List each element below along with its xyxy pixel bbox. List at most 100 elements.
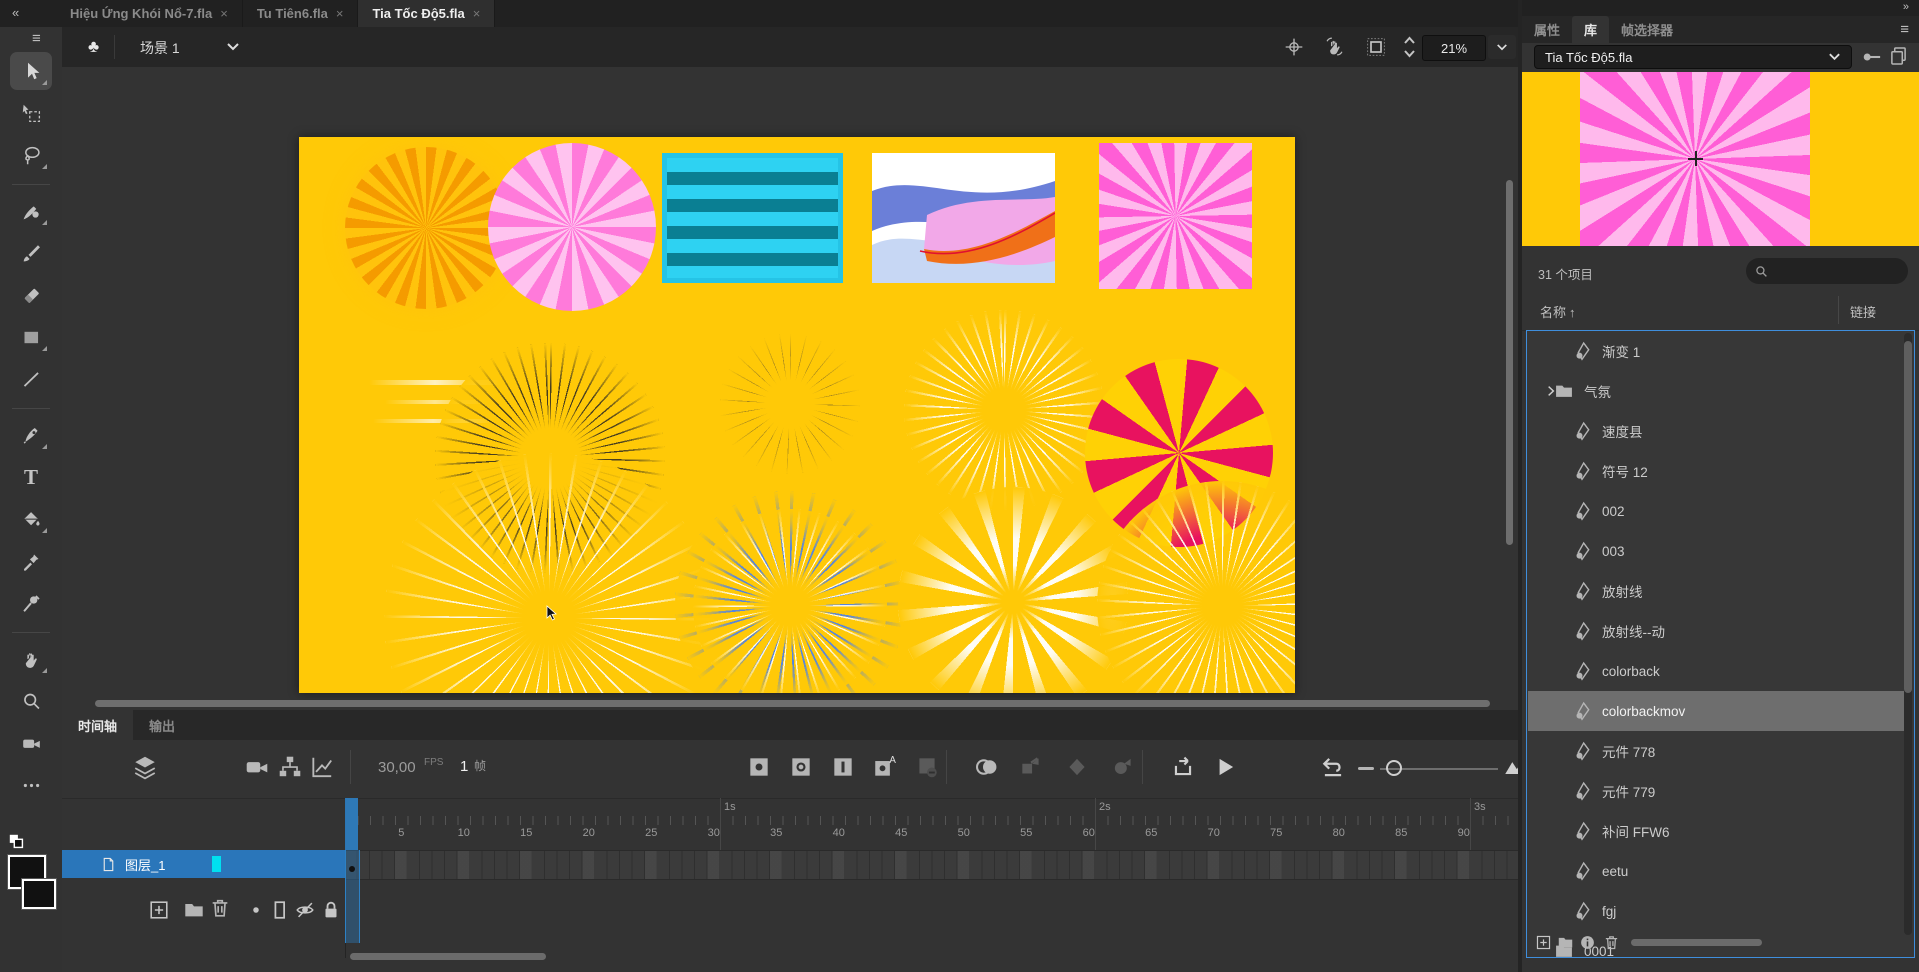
keyframe-dot[interactable] [349,866,355,872]
current-frame-value[interactable]: 1 [460,758,468,775]
artwork-pink-pinwheel[interactable] [488,143,656,311]
text-tool[interactable]: T [10,458,52,496]
stage-pasteboard[interactable] [62,67,1518,710]
hand-tool[interactable] [10,640,52,678]
artwork-teal-stripes-rect[interactable] [662,153,843,283]
library-item[interactable]: 002 [1528,491,1904,531]
classic-tween-icon[interactable] [1110,754,1136,780]
stage-horizontal-scrollbar[interactable] [95,700,1490,707]
line-tool[interactable] [10,360,52,398]
panel-tab-帧选择器[interactable]: 帧选择器 [1609,16,1685,43]
library-item[interactable]: colorback [1528,651,1904,691]
library-item[interactable]: 元件 779 [1528,771,1904,811]
collapse-tabs-icon[interactable]: « [12,6,19,19]
library-item[interactable]: 放射线--动 [1528,611,1904,651]
selection-tool[interactable] [10,52,52,90]
close-tab-icon[interactable]: × [336,6,344,21]
timeline-zoom-out-icon[interactable] [1358,767,1374,770]
layers-view-icon[interactable] [132,754,158,780]
outline-view-icon[interactable] [269,899,291,921]
library-horizontal-scrollbar[interactable] [1631,939,1762,946]
insert-keyframe-icon[interactable] [746,754,772,780]
library-item[interactable]: fgj [1528,891,1904,931]
default-swap-colors[interactable] [8,833,54,853]
insert-frame-icon[interactable] [830,754,856,780]
library-search-input[interactable] [1746,258,1908,284]
expand-folder-icon[interactable] [1544,384,1558,398]
library-item-preview[interactable] [1522,72,1919,246]
artwork-orange-sunburst[interactable] [345,147,507,309]
highlight-layers-dot-icon[interactable] [245,899,267,921]
timeline-ruler[interactable]: 510152025303540455055606570758085901s2s3… [62,798,1518,850]
artwork-blue-burst-white-layer[interactable] [693,509,887,693]
library-item[interactable]: 元件 778 [1528,731,1904,771]
library-item[interactable]: 补间 FFW6 [1528,811,1904,851]
library-item-selected[interactable]: colorbackmov [1528,691,1904,731]
zoom-tool[interactable] [10,682,52,720]
hide-layers-icon[interactable] [294,899,316,921]
lasso-tool[interactable] [10,136,52,174]
zoom-level-value[interactable]: 21% [1422,35,1486,61]
eyedropper-tool[interactable] [10,542,52,580]
fill-color-swatch[interactable] [22,879,56,909]
artwork-wave-card[interactable] [872,153,1055,283]
panel-menu-icon[interactable]: ≡ [1900,22,1909,37]
auto-keyframe-icon[interactable]: A [872,754,898,780]
artwork-pink-sunburst-rect[interactable] [1099,143,1252,289]
artwork-sparse-dark-lines[interactable] [720,334,860,474]
library-item[interactable]: 渐变 1 [1528,331,1904,371]
fluid-brush-tool[interactable] [10,192,52,230]
insert-blank-keyframe-icon[interactable] [788,754,814,780]
delete-layer-icon[interactable] [209,897,231,919]
center-stage-icon[interactable] [1284,37,1304,57]
eraser-tool[interactable] [10,276,52,314]
toolbar-menu-icon[interactable]: ≡ [32,31,41,46]
artwork-white-thick-sunburst[interactable] [898,487,1128,693]
close-tab-icon[interactable]: × [220,6,228,21]
artwork-white-speedline-cluster[interactable] [384,453,714,693]
library-column-headers[interactable]: 名称↑ 链接 [1522,290,1919,331]
timeline-horizontal-scrollbar[interactable] [350,953,546,960]
library-item[interactable]: eetu [1528,851,1904,891]
panel-tab-库[interactable]: 库 [1572,16,1609,43]
lock-layers-icon[interactable] [320,899,342,921]
close-tab-icon[interactable]: × [473,6,481,21]
play-button[interactable] [1212,754,1238,780]
zoom-dropdown-button[interactable] [1488,35,1516,59]
library-item[interactable]: 气氛 [1528,371,1904,411]
stage-vertical-scrollbar[interactable] [1506,180,1513,545]
classic-brush-tool[interactable] [10,234,52,272]
library-document-dropdown[interactable]: Tia Tốc Độ5.fla [1534,45,1852,69]
pin-tool[interactable] [10,584,52,622]
layer-row[interactable]: 图层_1 [62,850,345,878]
collapse-panel-icon[interactable]: » [1903,2,1909,13]
library-item[interactable]: 放射线 [1528,571,1904,611]
new-folder-button[interactable] [1557,934,1574,951]
panel-tab-属性[interactable]: 属性 [1522,16,1572,43]
fps-value[interactable]: 30,00 [378,759,416,776]
clip-content-outside-stage-icon[interactable] [1366,37,1386,57]
new-folder-icon[interactable] [183,899,205,921]
graph-editor-icon[interactable] [309,754,335,780]
delete-item-button[interactable] [1603,934,1620,951]
library-vertical-scrollbar[interactable] [1904,333,1912,935]
reset-timeline-zoom-icon[interactable] [1320,754,1346,780]
artwork-white-burst[interactable] [904,310,1104,510]
timeline-tab-时间轴[interactable]: 时间轴 [62,710,133,740]
new-layer-icon[interactable] [148,899,170,921]
scene-chevron-down-icon[interactable] [226,41,240,53]
camera-tool[interactable] [10,724,52,762]
default-colors-icon[interactable] [8,833,26,851]
remove-frame-icon[interactable] [914,754,940,780]
library-item[interactable]: 003 [1528,531,1904,571]
subselection-tool[interactable] [10,94,52,132]
rectangle-tool[interactable] [10,318,52,356]
camera-icon[interactable] [244,754,270,780]
new-library-panel-icon[interactable] [1890,46,1907,65]
layer-name[interactable]: 图层_1 [125,855,165,874]
loop-playback-icon[interactable] [1170,754,1196,780]
pin-library-icon[interactable] [1862,49,1881,65]
document-tab[interactable]: Tu Tiên6.fla× [243,0,359,27]
library-items-list[interactable]: 渐变 1气氛速度县符号 12002003放射线放射线--动colorbackco… [1526,330,1915,958]
more-tool[interactable] [10,766,52,804]
